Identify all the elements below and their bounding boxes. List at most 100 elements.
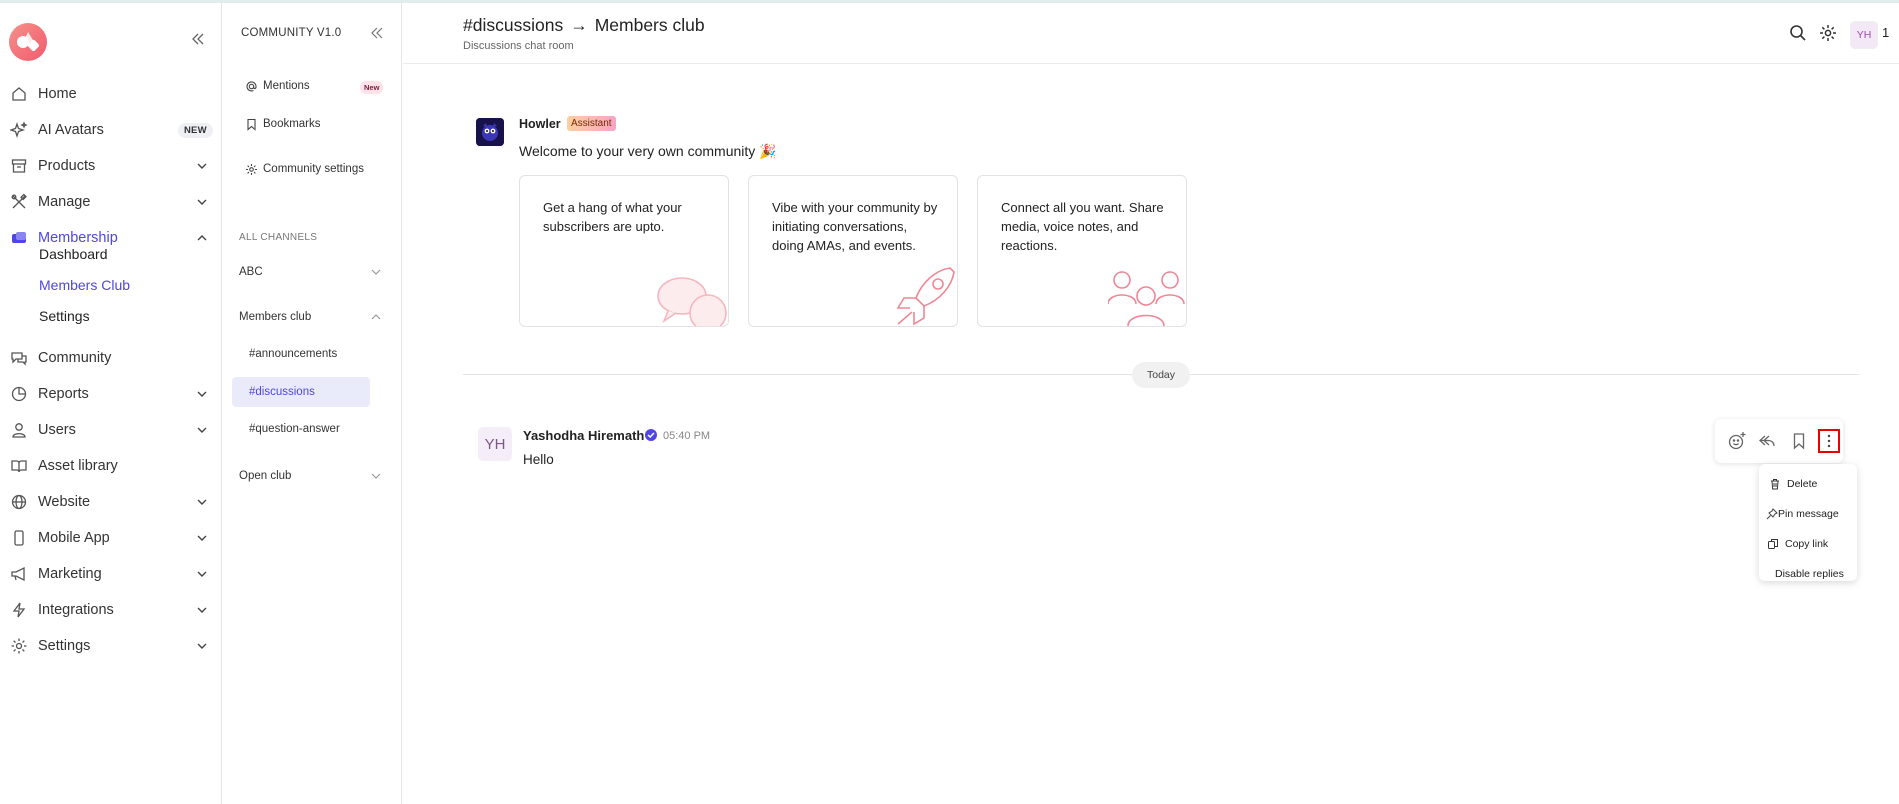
mentions-label: Mentions — [263, 80, 310, 92]
nav-label: Mobile App — [38, 530, 110, 546]
group-open-club[interactable]: Open club — [239, 466, 389, 486]
message-actions — [1715, 419, 1843, 463]
group-abc[interactable]: ABC — [239, 262, 389, 282]
club-name: Members club — [594, 15, 705, 35]
sub-item-dashboard[interactable]: Dashboard — [39, 246, 108, 262]
user-icon — [10, 421, 28, 439]
gear-icon — [10, 637, 28, 655]
bot-message: Welcome to your very own community 🎉 — [519, 143, 777, 159]
menu-label: Pin message — [1778, 508, 1839, 520]
sub-item-members-club[interactable]: Members Club — [39, 277, 130, 293]
globe-icon — [10, 493, 28, 511]
card-text: Connect all you want. Share media, voice… — [1001, 200, 1164, 253]
channel-announcements[interactable]: #announcements — [232, 339, 370, 369]
community-settings-label: Community settings — [263, 163, 364, 175]
date-divider-label: Today — [1132, 362, 1190, 388]
new-badge: New — [360, 81, 384, 94]
box-icon — [10, 157, 28, 175]
chevron-down-icon — [194, 638, 210, 654]
chat-bubble-illustration — [657, 277, 727, 326]
sub-item-settings[interactable]: Settings — [39, 308, 90, 324]
channel-question-answer[interactable]: #question-answer — [232, 414, 370, 444]
bookmark-icon[interactable] — [1789, 431, 1809, 451]
bot-avatar — [476, 118, 504, 146]
chevron-down-icon — [194, 566, 210, 582]
nav-item-home[interactable]: Home — [0, 79, 222, 109]
chevron-down-icon — [194, 530, 210, 546]
message-context-menu: Delete Pin message Copy link Disable rep… — [1759, 464, 1857, 581]
message-timestamp: 05:40 PM — [663, 430, 711, 442]
menu-label: Disable replies — [1775, 568, 1844, 580]
pie-chart-icon — [10, 385, 28, 403]
chevron-down-icon — [194, 158, 210, 174]
message-author: Yashodha Hiremath — [523, 428, 645, 443]
community-settings-link[interactable]: Community settings — [245, 159, 364, 179]
nav-item-mobile-app[interactable]: Mobile App — [0, 523, 222, 553]
group-label: Members club — [239, 311, 312, 323]
phone-icon — [10, 529, 28, 547]
breadcrumb-arrow: → — [570, 15, 588, 35]
nav-item-manage[interactable]: Manage — [0, 187, 222, 217]
bookmarks-label: Bookmarks — [263, 118, 321, 130]
card-text: Vibe with your community by initiating c… — [772, 200, 938, 253]
megaphone-icon — [10, 565, 28, 583]
page-title: #discussions → Members club — [463, 15, 705, 36]
trash-icon — [1769, 478, 1781, 490]
bookmarks-link[interactable]: Bookmarks — [245, 114, 321, 134]
nav-item-users[interactable]: Users — [0, 415, 222, 445]
gear-icon[interactable] — [1818, 23, 1838, 43]
nav-item-marketing[interactable]: Marketing — [0, 559, 222, 589]
nav-item-reports[interactable]: Reports — [0, 379, 222, 409]
menu-item-delete[interactable]: Delete — [1759, 472, 1857, 496]
collapse-panel-icon[interactable] — [369, 25, 385, 41]
nav-label: Reports — [38, 386, 89, 402]
nav-label: Marketing — [38, 566, 102, 582]
search-icon[interactable] — [1788, 23, 1808, 43]
verified-icon — [644, 428, 658, 442]
nav-item-community[interactable]: Community — [0, 343, 222, 373]
community-panel: COMMUNITY V1.0 Mentions New Bookmarks Co… — [223, 3, 402, 804]
tools-icon — [10, 193, 28, 211]
add-reaction-icon[interactable] — [1727, 431, 1747, 451]
nav-label: Membership — [38, 230, 118, 246]
menu-item-disable-replies[interactable]: Disable replies — [1759, 562, 1857, 586]
nav-label: Manage — [38, 194, 91, 210]
user-avatar[interactable]: YH — [1850, 21, 1878, 49]
nav-item-website[interactable]: Website — [0, 487, 222, 517]
nav-label: Products — [38, 158, 96, 174]
app-logo[interactable] — [9, 23, 47, 61]
nav-item-settings[interactable]: Settings — [0, 631, 222, 661]
assistant-badge: Assistant — [567, 116, 616, 131]
mentions-link[interactable]: Mentions — [245, 76, 310, 96]
nav-item-asset-library[interactable]: Asset library — [0, 451, 222, 481]
nav-item-products[interactable]: Products — [0, 151, 222, 181]
chat-icon — [10, 349, 28, 367]
chevron-down-icon — [194, 602, 210, 618]
nav-label: Asset library — [38, 458, 118, 474]
reply-icon[interactable] — [1757, 431, 1777, 451]
nav-label: Users — [38, 422, 76, 438]
member-count: 1 — [1882, 25, 1890, 40]
menu-item-pin[interactable]: Pin message — [1759, 502, 1857, 526]
message-text: Hello — [523, 452, 554, 467]
menu-item-copy-link[interactable]: Copy link — [1759, 532, 1857, 556]
group-label: Open club — [239, 470, 292, 482]
book-icon — [10, 457, 28, 475]
at-sign-icon — [245, 80, 258, 93]
chat-subtitle: Discussions chat room — [463, 40, 574, 52]
channels-section-label: ALL CHANNELS — [239, 232, 318, 243]
collapse-sidebar-icon[interactable] — [190, 31, 206, 47]
nav-item-integrations[interactable]: Integrations — [0, 595, 222, 625]
bookmark-icon — [245, 118, 258, 131]
card-text: Get a hang of what your subscribers are … — [543, 200, 682, 234]
nav-item-membership[interactable]: Membership — [0, 223, 222, 253]
nav-label: Home — [38, 86, 77, 102]
channel-discussions[interactable]: #discussions — [232, 377, 370, 407]
nav-label: Website — [38, 494, 91, 510]
nav-item-ai-avatars[interactable]: AI Avatars NEW — [0, 115, 222, 145]
group-members-club[interactable]: Members club — [239, 307, 389, 327]
rocket-illustration — [896, 267, 955, 326]
menu-label: Delete — [1787, 478, 1818, 490]
more-options-icon[interactable] — [1818, 429, 1840, 453]
copy-icon — [1767, 538, 1779, 550]
